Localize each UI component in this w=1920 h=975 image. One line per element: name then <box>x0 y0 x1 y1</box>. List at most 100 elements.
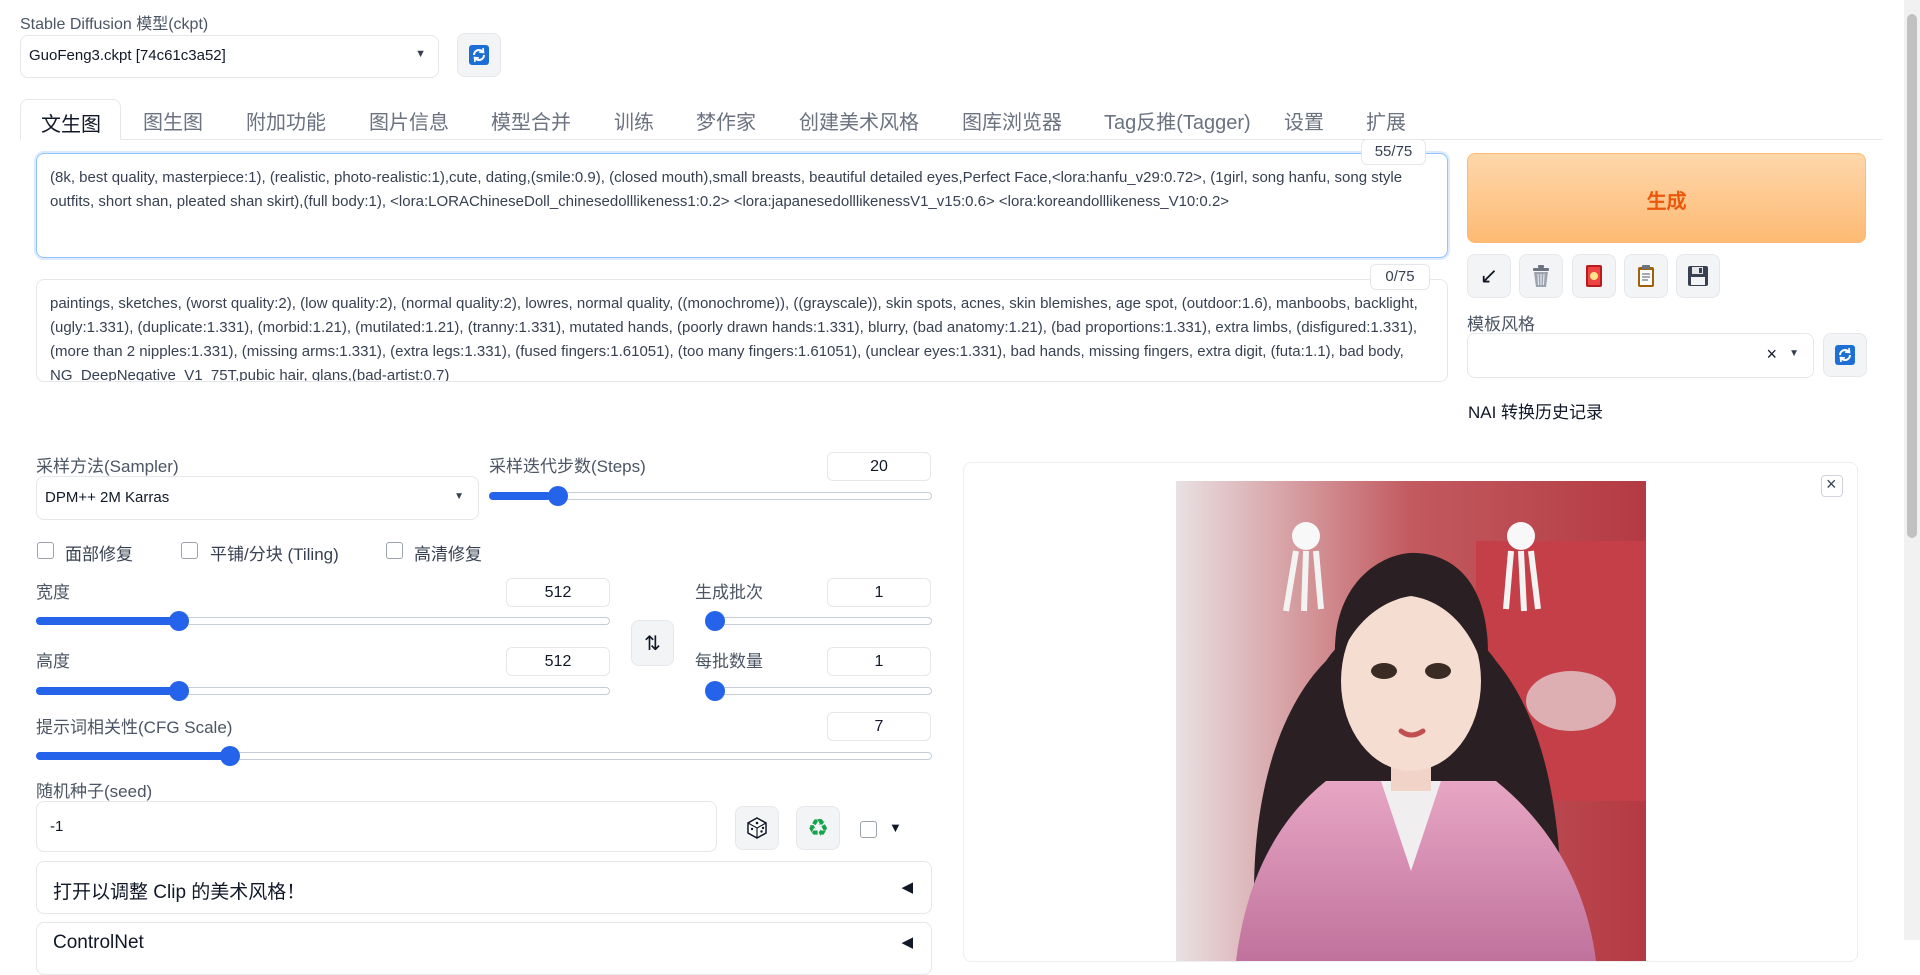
reuse-seed-button[interactable]: ♻ <box>796 806 840 850</box>
tab-style-create[interactable]: 创建美术风格 <box>799 106 919 135</box>
trash-icon <box>1533 265 1549 287</box>
slider-thumb[interactable] <box>705 611 725 631</box>
steps-slider[interactable] <box>489 480 932 510</box>
generate-label: 生成 <box>1646 191 1687 213</box>
tab-dream-writer[interactable]: 梦作家 <box>696 106 756 135</box>
chevron-down-icon: ▼ <box>415 48 426 60</box>
triangle-down-icon[interactable]: ▼ <box>889 820 902 835</box>
close-icon: × <box>1826 474 1837 494</box>
apply-style-button[interactable] <box>1624 254 1668 298</box>
swap-vertical-icon: ⇅ <box>644 632 661 655</box>
refresh-model-button[interactable] <box>457 33 501 77</box>
width-input[interactable]: 512 <box>506 578 610 607</box>
steps-label: 采样迭代步数(Steps) <box>489 457 646 476</box>
height-slider[interactable] <box>36 675 610 705</box>
slider-thumb[interactable] <box>219 746 240 766</box>
save-icon <box>1688 266 1708 286</box>
clipboard-icon <box>1638 265 1654 287</box>
tab-gallery[interactable]: 图库浏览器 <box>962 106 1062 135</box>
extra-seed-checkbox[interactable] <box>860 821 877 838</box>
negative-prompt-input[interactable]: paintings, sketches, (worst quality:2), … <box>36 279 1448 382</box>
extra-networks-button[interactable] <box>1572 254 1616 298</box>
chevron-down-icon: ▼ <box>454 491 464 502</box>
hires-fix-checkbox[interactable] <box>386 542 403 559</box>
model-value: GuoFeng3.ckpt [74c61c3a52] <box>29 47 226 64</box>
page-scrollbar[interactable] <box>1904 0 1920 940</box>
accordion-label: 打开以调整 Clip 的美术风格！ <box>53 882 306 903</box>
style-select[interactable]: × ▼ <box>1467 333 1814 378</box>
refresh-icon <box>469 45 489 65</box>
cfg-label: 提示词相关性(CFG Scale) <box>36 718 233 737</box>
tiling-checkbox[interactable] <box>181 542 198 559</box>
face-restore-checkbox[interactable] <box>37 542 54 559</box>
triangle-left-icon: ◀ <box>901 934 913 951</box>
seed-value: -1 <box>50 818 64 835</box>
model-select[interactable]: GuoFeng3.ckpt [74c61c3a52] ▼ <box>20 35 439 78</box>
seed-label: 随机种子(seed) <box>36 782 153 801</box>
swap-dimensions-button[interactable]: ⇅ <box>631 620 674 666</box>
triangle-left-icon: ◀ <box>901 879 913 896</box>
dice-icon <box>747 817 767 839</box>
tab-merge[interactable]: 模型合并 <box>491 106 571 135</box>
batch-size-slider[interactable] <box>705 675 932 705</box>
sampler-value: DPM++ 2M Karras <box>45 489 170 506</box>
seed-input[interactable]: -1 <box>36 801 717 852</box>
generate-button[interactable]: 生成 <box>1467 153 1866 243</box>
save-style-button[interactable] <box>1676 254 1720 298</box>
read-params-button[interactable]: ↙ <box>1467 254 1511 298</box>
output-gallery: × <box>963 462 1858 962</box>
clear-icon[interactable]: × <box>1766 344 1777 365</box>
batch-size-label: 每批数量 <box>695 652 763 671</box>
face-restore-label: 面部修复 <box>65 545 133 564</box>
batch-size-input[interactable]: 1 <box>827 647 931 676</box>
slider-thumb[interactable] <box>548 486 569 506</box>
arrow-down-left-icon: ↙ <box>1479 263 1499 288</box>
cfg-slider[interactable] <box>36 740 932 770</box>
width-label: 宽度 <box>36 583 70 602</box>
style-label: 模板风格 <box>1467 315 1535 334</box>
refresh-style-button[interactable] <box>1823 333 1867 377</box>
prompt-token-counter: 55/75 <box>1361 139 1426 165</box>
height-input[interactable]: 512 <box>506 647 610 676</box>
scrollbar-thumb[interactable] <box>1907 14 1917 538</box>
tab-img2img[interactable]: 图生图 <box>143 106 203 135</box>
tab-active[interactable]: 文生图 <box>20 99 121 140</box>
red-card-icon <box>1586 265 1602 287</box>
prompt-input[interactable]: (8k, best quality, masterpiece:1), (real… <box>36 153 1448 258</box>
height-label: 高度 <box>36 652 70 671</box>
slider-thumb[interactable] <box>705 681 725 701</box>
hires-fix-label: 高清修复 <box>414 545 482 564</box>
model-label: Stable Diffusion 模型(ckpt) <box>20 16 209 33</box>
tab-extensions[interactable]: 扩展 <box>1366 106 1406 135</box>
tab-settings[interactable]: 设置 <box>1284 106 1324 135</box>
sampler-select[interactable]: DPM++ 2M Karras ▼ <box>36 476 479 520</box>
tab-png-info[interactable]: 图片信息 <box>369 106 449 135</box>
refresh-icon <box>1835 345 1855 365</box>
cfg-input[interactable]: 7 <box>827 712 931 741</box>
controlnet-accordion[interactable]: ControlNet ◀ <box>36 922 932 975</box>
generated-image[interactable] <box>1176 481 1646 961</box>
clip-style-accordion[interactable]: 打开以调整 Clip 的美术风格！ ◀ <box>36 861 932 914</box>
clear-prompt-button[interactable] <box>1519 254 1563 298</box>
negative-token-counter: 0/75 <box>1370 264 1430 290</box>
tab-bar-border <box>20 139 1882 140</box>
steps-input[interactable]: 20 <box>827 452 931 481</box>
tiling-label: 平铺/分块 (Tiling) <box>210 545 339 564</box>
tab-tagger[interactable]: Tag反推(Tagger) <box>1104 106 1251 135</box>
batch-count-input[interactable]: 1 <box>827 578 931 607</box>
close-image-button[interactable]: × <box>1821 474 1843 497</box>
chevron-down-icon: ▼ <box>1789 348 1799 359</box>
recycle-icon: ♻ <box>807 814 829 842</box>
tab-extras[interactable]: 附加功能 <box>246 106 326 135</box>
tab-train[interactable]: 训练 <box>614 106 654 135</box>
random-seed-button[interactable] <box>735 806 779 850</box>
batch-count-slider[interactable] <box>705 605 932 635</box>
sampler-label: 采样方法(Sampler) <box>36 457 179 476</box>
slider-thumb[interactable] <box>168 681 189 701</box>
accordion-label: ControlNet <box>53 932 144 953</box>
slider-thumb[interactable] <box>168 611 189 631</box>
width-slider[interactable] <box>36 605 610 635</box>
tab-label: 文生图 <box>41 114 101 136</box>
nai-history-label[interactable]: NAI 转换历史记录 <box>1468 398 1603 423</box>
batch-count-label: 生成批次 <box>695 583 763 602</box>
